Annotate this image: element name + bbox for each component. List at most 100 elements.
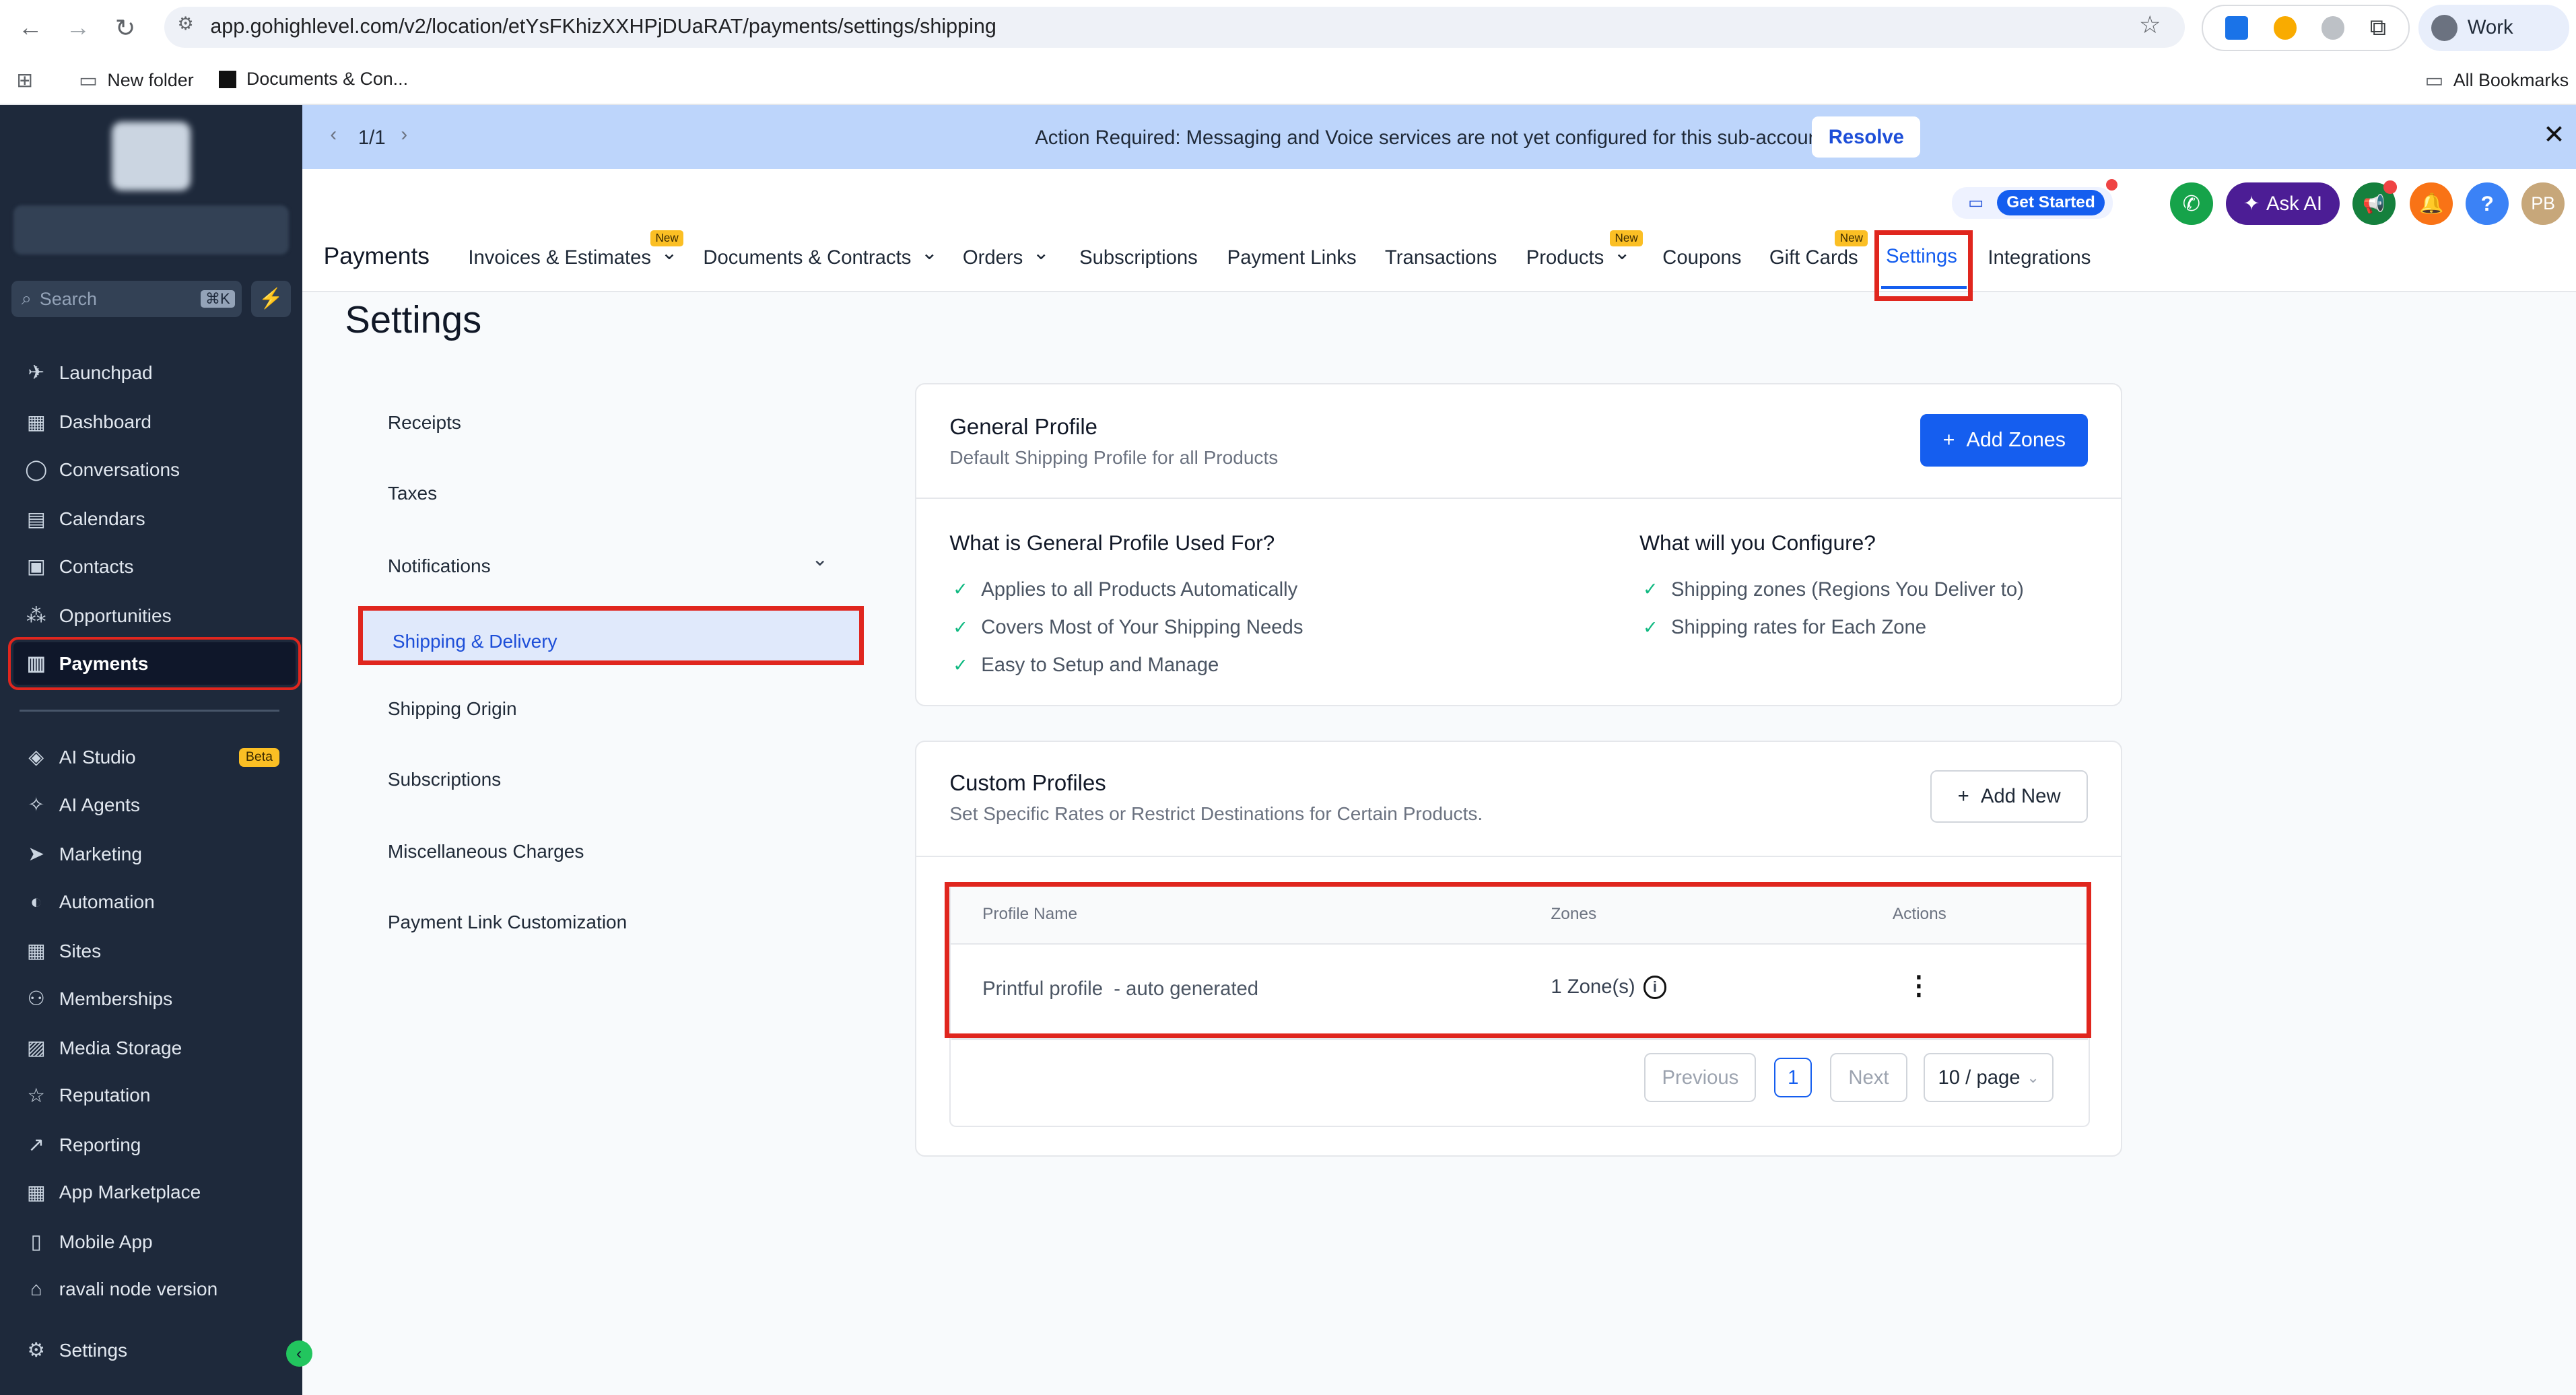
settings-menu-subscriptions[interactable]: Subscriptions: [388, 769, 501, 790]
apps-icon: ▦: [26, 1181, 46, 1204]
profile-button[interactable]: Work: [2418, 5, 2570, 51]
chevron-down-icon: ⌄: [1032, 242, 1050, 265]
tab-integrations[interactable]: Integrations: [1988, 246, 2091, 269]
sidebar-item-reporting[interactable]: ↗ Reporting: [13, 1124, 296, 1166]
add-zones-button[interactable]: + Add Zones: [1920, 413, 2089, 467]
browser-chrome: ← → ↻ ⚙ ☆ app.gohighlevel.com/v2/locatio…: [0, 0, 2576, 106]
extension-gear-icon[interactable]: [2321, 16, 2345, 40]
feature-text: Easy to Setup and Manage: [981, 654, 1219, 677]
ask-ai-button[interactable]: ✦ Ask AI: [2226, 182, 2340, 226]
sidebar-item-conversations[interactable]: ◯ Conversations: [13, 448, 296, 491]
tab-subscriptions[interactable]: Subscriptions: [1079, 246, 1198, 269]
settings-menu-payment-link-customization[interactable]: Payment Link Customization: [388, 912, 627, 933]
feature-text: Shipping rates for Each Zone: [1671, 616, 1927, 638]
tab-products[interactable]: Products ⌄: [1526, 242, 1631, 269]
extensions-puzzle-icon[interactable]: ⧉: [2370, 15, 2386, 41]
tab-documents-contracts[interactable]: Documents & Contracts ⌄: [703, 242, 937, 269]
sidebar-item-app-marketplace[interactable]: ▦ App Marketplace: [13, 1171, 296, 1214]
bookmark-new-folder[interactable]: ▭ New folder: [79, 69, 194, 92]
sidebar-item-label: AI Agents: [59, 794, 140, 815]
chevron-down-icon: ⌄: [920, 242, 938, 265]
tab-transactions[interactable]: Transactions: [1385, 246, 1497, 269]
card-divider: [916, 497, 2121, 500]
location-switcher[interactable]: [13, 205, 290, 255]
gear-icon: ⚙: [27, 1339, 45, 1362]
banner-pager: 1/1: [358, 126, 386, 149]
sidebar-item-automation[interactable]: ◐ Automation: [13, 881, 296, 923]
quick-action-button[interactable]: ⚡: [251, 281, 291, 317]
sidebar-item-ai-agents[interactable]: ✧ AI Agents: [13, 784, 296, 826]
tab-orders[interactable]: Orders ⌄: [963, 242, 1050, 269]
settings-menu-miscellaneous-charges[interactable]: Miscellaneous Charges: [388, 841, 584, 862]
sidebar-item-calendars[interactable]: ▤ Calendars: [13, 498, 296, 540]
sidebar-item-ai-studio[interactable]: ◈ AI Studio Beta: [13, 736, 296, 778]
avatar-initials: PB: [2531, 193, 2555, 214]
sidebar-item-label: Marketing: [59, 843, 142, 864]
sidebar-item-sites[interactable]: ▦ Sites: [13, 930, 296, 972]
sidebar-item-contacts[interactable]: ▣ Contacts: [13, 545, 296, 588]
notifications-button[interactable]: 🔔: [2410, 182, 2453, 226]
reload-icon[interactable]: ↻: [115, 13, 136, 42]
sidebar-item-dashboard[interactable]: ▦ Dashboard: [13, 401, 296, 443]
card-divider: [916, 855, 2121, 858]
help-button[interactable]: ?: [2466, 182, 2509, 226]
chevron-left-icon: ‹: [296, 1344, 302, 1363]
sidebar-item-ravali-node-version[interactable]: ⌂ ravali node version: [13, 1268, 296, 1311]
sidebar-item-marketing[interactable]: ➤ Marketing: [13, 833, 296, 875]
bookmark-documents[interactable]: Documents & Con...: [218, 69, 408, 90]
tab-gift-cards[interactable]: Gift Cards: [1769, 246, 1858, 269]
resolve-button[interactable]: Resolve: [1812, 116, 1921, 158]
chevron-down-icon[interactable]: ⌄: [811, 547, 828, 571]
sidebar-item-memberships[interactable]: ⚇ Memberships: [13, 978, 296, 1020]
apps-grid-icon[interactable]: ⊞: [16, 69, 33, 92]
all-bookmarks[interactable]: ▭ All Bookmarks: [2425, 69, 2569, 92]
sidebar-item-opportunities[interactable]: ⁂ Opportunities: [13, 594, 296, 637]
close-icon[interactable]: ✕: [2543, 120, 2565, 150]
sidebar-item-media-storage[interactable]: ▨ Media Storage: [13, 1027, 296, 1069]
sidebar-item-reputation[interactable]: ☆ Reputation: [13, 1075, 296, 1117]
settings-menu-shipping-origin[interactable]: Shipping Origin: [388, 698, 517, 720]
tab-payment-links[interactable]: Payment Links: [1227, 246, 1357, 269]
forward-arrow-icon[interactable]: →: [66, 13, 91, 42]
sidebar-item-label: Payments: [59, 652, 149, 674]
phone-button[interactable]: ✆: [2170, 182, 2213, 226]
chevron-left-icon[interactable]: ‹: [330, 123, 337, 146]
sidebar-item-mobile-app[interactable]: ▯ Mobile App: [13, 1221, 296, 1263]
tab-coupons[interactable]: Coupons: [1662, 246, 1741, 269]
settings-menu-receipts[interactable]: Receipts: [388, 412, 461, 434]
contacts-icon: ▣: [26, 555, 46, 578]
get-started-button[interactable]: Get Started: [1996, 190, 2105, 216]
chevron-right-icon[interactable]: ›: [401, 123, 407, 146]
sidebar-item-payments[interactable]: ▥ Payments: [7, 636, 302, 691]
page-1-button[interactable]: 1: [1774, 1058, 1812, 1097]
settings-menu-shipping-delivery[interactable]: Shipping & Delivery: [358, 606, 865, 666]
avatar[interactable]: PB: [2521, 182, 2565, 226]
action-required-banner: ‹ 1/1 › Action Required: Messaging and V…: [302, 105, 2576, 170]
extension-clock-icon[interactable]: [2273, 16, 2297, 40]
sidebar-item-label: Automation: [59, 891, 155, 912]
image-icon: ▨: [26, 1037, 46, 1060]
bookmark-star-icon[interactable]: ☆: [2139, 10, 2161, 39]
settings-menu-taxes[interactable]: Taxes: [388, 483, 437, 504]
extension-fi-icon[interactable]: [2225, 16, 2249, 40]
next-page-button[interactable]: Next: [1830, 1053, 1907, 1103]
settings-menu-notifications[interactable]: Notifications: [388, 555, 491, 577]
page-size-select[interactable]: 10 / page ⌄: [1924, 1053, 2054, 1103]
sites-icon: ▦: [26, 940, 46, 963]
collapse-sidebar-button[interactable]: ‹: [285, 1340, 312, 1367]
sidebar-search[interactable]: ⌕ Search ⌘K: [11, 281, 242, 317]
tab-label: Invoices & Estimates: [468, 246, 652, 269]
back-arrow-icon[interactable]: ←: [18, 13, 43, 42]
page-size-value: 10 / page: [1938, 1066, 2021, 1089]
sidebar-item-label: Settings: [59, 1339, 128, 1361]
folder-icon: ▭: [79, 69, 98, 92]
previous-page-button[interactable]: Previous: [1644, 1053, 1757, 1103]
chart-icon: ↗: [28, 1134, 44, 1157]
site-info-icon[interactable]: ⚙: [178, 13, 194, 34]
check-icon: ✓: [953, 617, 968, 638]
tab-invoices-estimates[interactable]: Invoices & Estimates ⌄: [468, 242, 677, 269]
sidebar-item-label: Memberships: [59, 988, 173, 1009]
sidebar-item-launchpad[interactable]: ✈ Launchpad: [13, 351, 296, 394]
add-new-button[interactable]: + Add New: [1930, 770, 2089, 823]
sidebar-item-settings[interactable]: ⚙ Settings: [13, 1329, 296, 1371]
